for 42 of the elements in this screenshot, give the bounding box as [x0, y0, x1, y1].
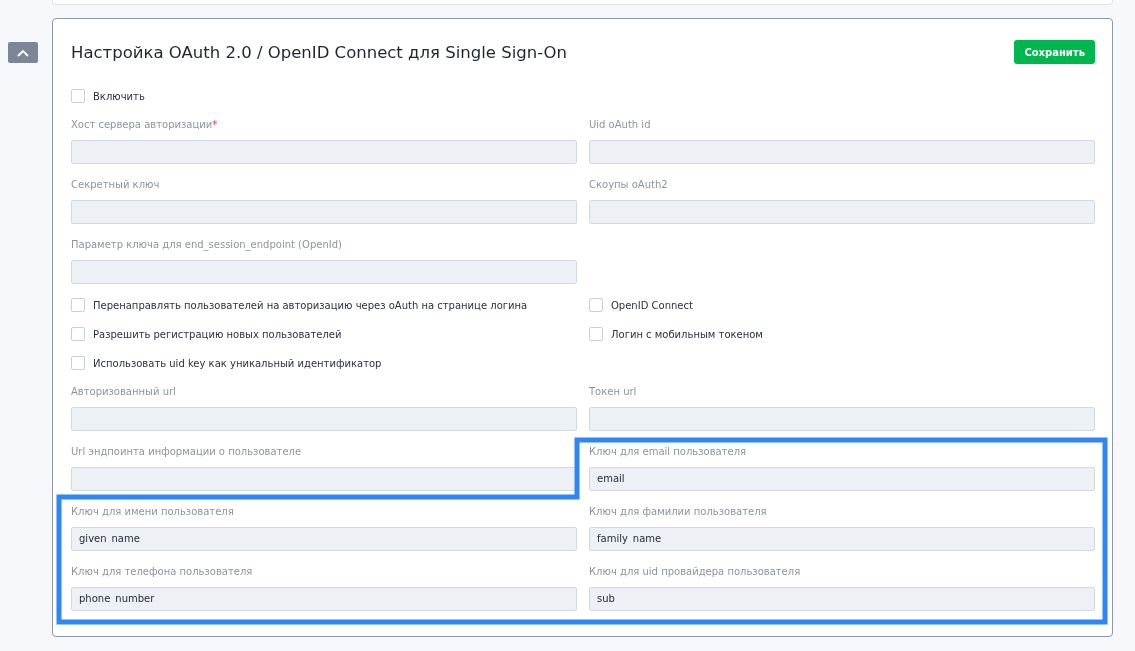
checkbox-label: Использовать uid key как уникальный идентификатор [93, 357, 382, 369]
checkbox[interactable] [71, 298, 85, 312]
field-label: Авторизованный url [71, 385, 177, 399]
input-field[interactable] [589, 407, 1095, 431]
checkbox[interactable] [71, 89, 85, 103]
field-label: Ключ для uid провайдера пользователя [589, 565, 802, 579]
input-field[interactable] [71, 200, 577, 224]
field-label: Ключ для фамилии пользователя [589, 505, 768, 519]
field-label: Токен url [589, 385, 638, 399]
checkbox[interactable] [71, 356, 85, 370]
field-label: Секретный ключ [71, 178, 161, 192]
checkbox[interactable] [71, 327, 85, 341]
input-field[interactable]: phone_number [71, 587, 577, 611]
field-label: Хост сервера авторизации* [71, 118, 219, 132]
input-field[interactable] [589, 140, 1095, 164]
input-field[interactable] [71, 140, 577, 164]
chevron-up-icon [17, 48, 29, 57]
checkbox-label: Включить [93, 90, 145, 102]
required-mark: * [212, 119, 218, 130]
field-label: Ключ для email пользователя [589, 445, 748, 459]
field-label: Uid oAuth id [589, 118, 652, 132]
field-label: Ключ для телефона пользователя [71, 565, 254, 579]
checkbox[interactable] [589, 298, 603, 312]
checkbox-label: OpenID Connect [611, 299, 693, 311]
field-label: Скоупы oAuth2 [589, 178, 669, 192]
field-label: Url эндпоинта информации о пользователе [71, 445, 303, 459]
input-field[interactable]: email [589, 467, 1095, 491]
panel-title: Настройка OAuth 2.0 / OpenID Connect для Single Sign-On [71, 42, 567, 62]
input-field[interactable] [71, 467, 577, 491]
input-field[interactable] [71, 407, 577, 431]
input-field[interactable]: given_name [71, 527, 577, 551]
field-label: Ключ для имени пользователя [71, 505, 235, 519]
checkbox-label: Разрешить регистрацию новых пользователей [93, 328, 342, 340]
checkbox-label: Перенаправлять пользователей на авторизацию через oAuth на странице логина [93, 299, 528, 311]
input-field[interactable]: family_name [589, 527, 1095, 551]
input-field[interactable]: sub [589, 587, 1095, 611]
input-field[interactable] [589, 200, 1095, 224]
input-field[interactable] [71, 260, 577, 284]
collapse-button[interactable] [8, 42, 38, 63]
field-label: Параметр ключа для end_session_endpoint (OpenId) [71, 238, 343, 253]
checkbox-label: Логин с мобильным токеном [611, 328, 763, 340]
checkbox[interactable] [589, 327, 603, 341]
